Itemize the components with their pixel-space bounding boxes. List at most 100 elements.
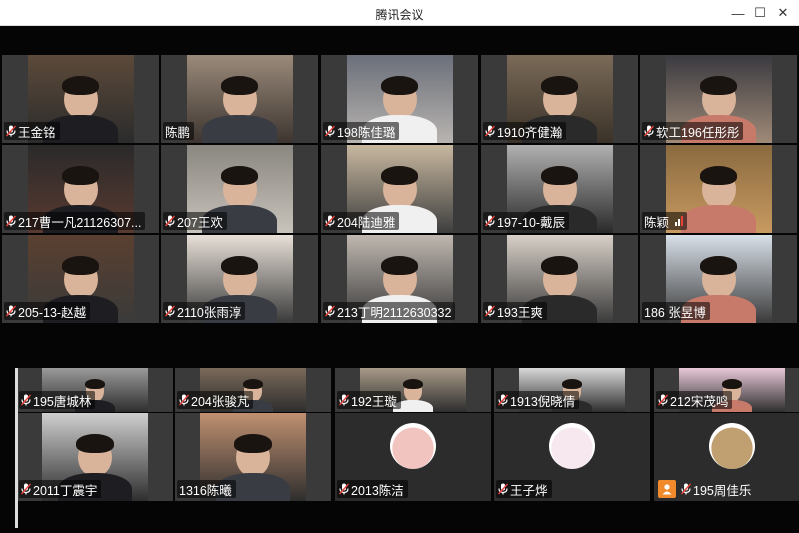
participant-name-label: 217曹一凡21126307... (4, 212, 146, 230)
participant-name-label: 205-13-赵越 (4, 302, 91, 320)
participant-name: 213丁明2112630332 (337, 305, 452, 320)
participant-video-tile[interactable]: 217曹一凡21126307... (2, 145, 159, 233)
microphone-muted-icon (681, 483, 691, 495)
participant-name: 192王璇 (351, 394, 397, 409)
minimize-button[interactable]: — (728, 3, 748, 23)
participant-name-label: 212宋茂鸣 (656, 391, 733, 409)
participant-video-tile[interactable]: 204张骏芃 (175, 368, 331, 412)
participant-video-tile[interactable]: 195周佳乐 (654, 413, 799, 501)
avatar (390, 423, 436, 469)
user-icon (658, 480, 676, 498)
participant-hair (402, 378, 424, 389)
participant-video-tile[interactable]: 1316陈曦 (175, 413, 331, 501)
participant-video-tile[interactable]: 186 张昱博 (640, 235, 797, 323)
participant-name-label: 王子烨 (496, 480, 552, 498)
participant-hair (699, 256, 738, 275)
participant-name-label: 1910齐健瀚 (483, 122, 567, 140)
participant-name: 186 张昱博 (644, 305, 706, 320)
participant-video-tile[interactable]: 2011丁震宇 (17, 413, 173, 501)
participant-video-tile[interactable]: 195唐城林 (17, 368, 173, 412)
participant-name: 195唐城林 (33, 394, 92, 409)
participant-name: 205-13-赵越 (18, 305, 87, 320)
microphone-muted-icon (179, 394, 189, 406)
microphone-muted-icon (498, 394, 508, 406)
participant-hair (220, 256, 259, 275)
participant-name-label: 软工196任彤彤 (642, 122, 744, 140)
participant-video-tile[interactable]: 1913倪晓倩 (494, 368, 650, 412)
participant-name: 1910齐健瀚 (497, 125, 563, 140)
scrollbar[interactable] (15, 368, 18, 528)
participant-name: 2011丁震宇 (33, 483, 98, 498)
participant-name-label: 204陆迪雅 (323, 212, 400, 230)
participant-video-tile[interactable]: 王子烨 (494, 413, 650, 501)
participant-hair (380, 166, 419, 185)
participant-name-label: 1913倪晓倩 (496, 391, 580, 409)
participant-name: 212宋茂鸣 (670, 394, 729, 409)
participant-hair (84, 378, 106, 389)
participant-name: 217曹一凡21126307... (18, 215, 142, 230)
signal-strength-icon (675, 216, 684, 226)
participant-hair (561, 378, 583, 389)
participant-name-label: 2011丁震宇 (19, 480, 102, 498)
avatar (709, 423, 755, 469)
window-titlebar: 腾讯会议 — ☐ ✕ (0, 0, 799, 26)
participant-hair (699, 166, 738, 185)
avatar (549, 423, 595, 469)
participant-name-label: 193王爽 (483, 302, 547, 320)
participant-video-tile[interactable]: 197-10-戴辰 (481, 145, 638, 233)
participant-hair (76, 434, 114, 453)
participant-video-tile[interactable]: 193王爽 (481, 235, 638, 323)
microphone-muted-icon (165, 215, 175, 227)
participant-video-tile[interactable]: 212宋茂鸣 (654, 368, 799, 412)
participant-name: 207王欢 (177, 215, 223, 230)
participant-name-label: 213丁明2112630332 (323, 302, 456, 320)
maximize-button[interactable]: ☐ (750, 3, 770, 23)
participant-name-label: 207王欢 (163, 212, 227, 230)
participant-name-label: 陈颖 (642, 212, 688, 230)
participant-video-tile[interactable]: 王金铭 (2, 55, 159, 143)
participant-name: 204张骏芃 (191, 394, 250, 409)
participant-name: 陈颖 (644, 215, 670, 230)
participant-video-tile[interactable]: 204陆迪雅 (321, 145, 478, 233)
participant-name: 2110张雨淳 (177, 305, 242, 320)
participant-video-tile[interactable]: 陈鹏 (161, 55, 318, 143)
window-title: 腾讯会议 (375, 8, 424, 22)
microphone-muted-icon (6, 215, 16, 227)
participant-hair (234, 434, 272, 453)
participant-hair (220, 166, 259, 185)
participant-video-tile[interactable]: 2013陈洁 (335, 413, 491, 501)
participant-video-tile[interactable]: 软工196任彤彤 (640, 55, 797, 143)
participant-name-label: 2013陈洁 (337, 480, 408, 498)
microphone-muted-icon (325, 305, 335, 317)
participant-video-tile[interactable]: 192王璇 (335, 368, 491, 412)
participant-hair (61, 256, 100, 275)
participant-hair (699, 76, 738, 95)
participant-name-label: 198陈佳璐 (323, 122, 400, 140)
close-button[interactable]: ✕ (773, 3, 793, 23)
participant-hair (220, 76, 259, 95)
participant-hair (242, 378, 264, 389)
participant-name-label: 2110张雨淳 (163, 302, 246, 320)
participant-video-tile[interactable]: 207王欢 (161, 145, 318, 233)
microphone-muted-icon (325, 215, 335, 227)
participant-hair (540, 166, 579, 185)
participant-name: 195周佳乐 (693, 483, 752, 498)
participant-video-tile[interactable]: 陈颖 (640, 145, 797, 233)
participant-video-tile[interactable]: 1910齐健瀚 (481, 55, 638, 143)
microphone-muted-icon (498, 483, 508, 495)
participant-body (681, 205, 756, 233)
participant-video-tile[interactable]: 213丁明2112630332 (321, 235, 478, 323)
microphone-muted-icon (485, 305, 495, 317)
participant-video-tile[interactable]: 205-13-赵越 (2, 235, 159, 323)
participant-hair (380, 256, 419, 275)
participant-name-label: 186 张昱博 (642, 302, 710, 320)
microphone-muted-icon (21, 394, 31, 406)
participant-name: 王金铭 (18, 125, 56, 140)
participant-name: 2013陈洁 (351, 483, 404, 498)
participant-name: 1316陈曦 (179, 483, 232, 498)
participant-video-tile[interactable]: 198陈佳璐 (321, 55, 478, 143)
participant-name-label: 195周佳乐 (656, 480, 755, 498)
participant-name-label: 195唐城林 (19, 391, 96, 409)
participant-video-tile[interactable]: 2110张雨淳 (161, 235, 318, 323)
microphone-muted-icon (485, 215, 495, 227)
